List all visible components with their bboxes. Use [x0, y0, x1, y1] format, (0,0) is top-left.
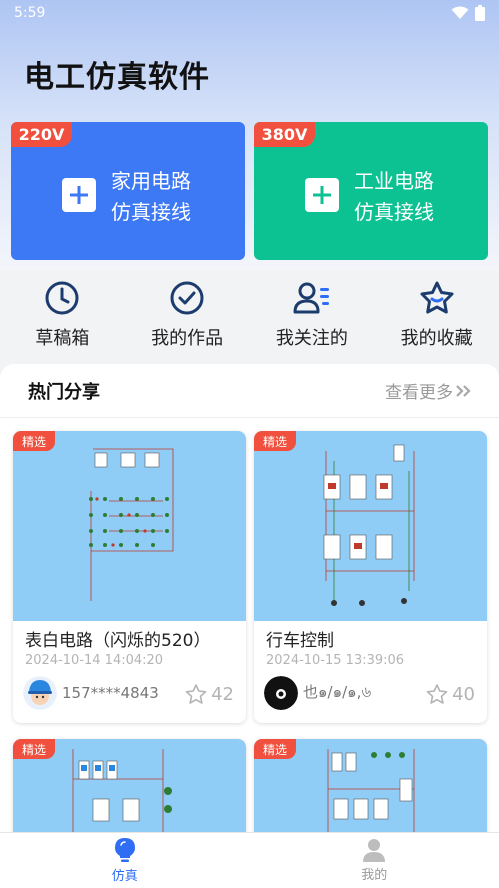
circuit-thumbnail: 精选	[254, 739, 487, 839]
tab-simulation[interactable]: 仿真	[0, 833, 250, 888]
author-name: 也๑/๑/๑,৬	[303, 683, 372, 701]
like-button[interactable]: 40	[426, 683, 475, 705]
star-icon	[420, 281, 454, 314]
home-circuit-card[interactable]: 220V 家用电路 仿真接线	[11, 122, 245, 260]
quick-item-favorites[interactable]: 我的收藏	[374, 278, 499, 358]
featured-badge: 精选	[13, 739, 55, 759]
tab-label: 我的	[361, 868, 388, 883]
circuit-thumbnail: 精选	[254, 431, 487, 621]
quick-item-my-works[interactable]: 我的作品	[125, 278, 250, 358]
post-date: 2024-10-14 14:04:20	[25, 653, 164, 668]
see-more-link[interactable]: 查看更多	[385, 378, 471, 403]
featured-badge: 精选	[13, 431, 55, 451]
like-count: 40	[452, 683, 475, 705]
circuit-thumbnail: 精选	[13, 739, 246, 839]
hot-share-header: 热门分享 查看更多	[0, 364, 499, 418]
voltage-tag: 220V	[11, 122, 72, 147]
bottom-tab-bar: 仿真 我的	[0, 832, 499, 888]
circuit-diagram-image	[323, 444, 415, 606]
author-name: 157****4843	[62, 684, 159, 702]
quick-item-following[interactable]: 我关注的	[250, 278, 375, 358]
plus-icon	[62, 178, 96, 212]
quick-item-label: 我的收藏	[400, 328, 473, 349]
card-label-line2: 仿真接线	[354, 200, 434, 224]
post-card[interactable]: 精选	[13, 739, 246, 839]
wifi-icon	[451, 6, 469, 19]
tab-mine[interactable]: 我的	[250, 833, 499, 888]
like-button[interactable]: 42	[185, 683, 234, 705]
user-follow-icon	[293, 282, 329, 314]
status-time: 5:59	[14, 5, 46, 21]
app-title: 电工仿真软件	[24, 60, 210, 95]
post-card[interactable]: 精选 表白电路（闪烁的520） 2024-10-14 14:04:20 157*…	[13, 431, 246, 723]
star-outline-icon	[426, 684, 448, 704]
featured-badge: 精选	[254, 431, 296, 451]
post-author: 157****4843	[23, 676, 159, 710]
post-title: 表白电路（闪烁的520）	[25, 631, 211, 651]
quick-item-label: 我的作品	[151, 328, 224, 349]
avatar	[264, 676, 298, 710]
plus-icon	[305, 178, 339, 212]
user-icon	[363, 839, 386, 862]
double-chevron-right-icon	[456, 384, 471, 397]
post-card[interactable]: 精选	[254, 739, 487, 839]
avatar	[23, 676, 57, 710]
like-count: 42	[211, 683, 234, 705]
tab-label: 仿真	[111, 869, 138, 884]
section-title: 热门分享	[28, 381, 100, 403]
card-label-line1: 工业电路	[354, 169, 434, 193]
card-label-line1: 家用电路	[111, 169, 191, 193]
circuit-diagram-image	[89, 448, 174, 601]
card-label-line2: 仿真接线	[111, 200, 191, 224]
post-title: 行车控制	[266, 631, 334, 651]
post-author: 也๑/๑/๑,৬	[264, 676, 371, 710]
post-card[interactable]: 精选 行车控制 2024-10-15 13:39:06 也๑/๑/๑,৬ 40	[254, 431, 487, 723]
quick-item-drafts[interactable]: 草稿箱	[0, 278, 125, 358]
quick-item-label: 我关注的	[275, 328, 348, 349]
see-more-label: 查看更多	[385, 383, 453, 403]
featured-badge: 精选	[254, 739, 296, 759]
industrial-circuit-card[interactable]: 380V 工业电路 仿真接线	[254, 122, 488, 260]
lightbulb-icon	[114, 838, 135, 862]
quick-item-label: 草稿箱	[35, 328, 90, 349]
status-bar: 5:59	[0, 0, 499, 26]
voltage-tag: 380V	[254, 122, 315, 147]
circuit-thumbnail: 精选	[13, 431, 246, 621]
post-date: 2024-10-15 13:39:06	[266, 653, 405, 668]
battery-icon	[475, 5, 485, 21]
quick-nav: 草稿箱 我的作品 我关注的 我的收藏	[0, 278, 499, 358]
clock-icon	[45, 281, 79, 315]
star-outline-icon	[185, 684, 207, 704]
check-circle-icon	[170, 281, 204, 315]
